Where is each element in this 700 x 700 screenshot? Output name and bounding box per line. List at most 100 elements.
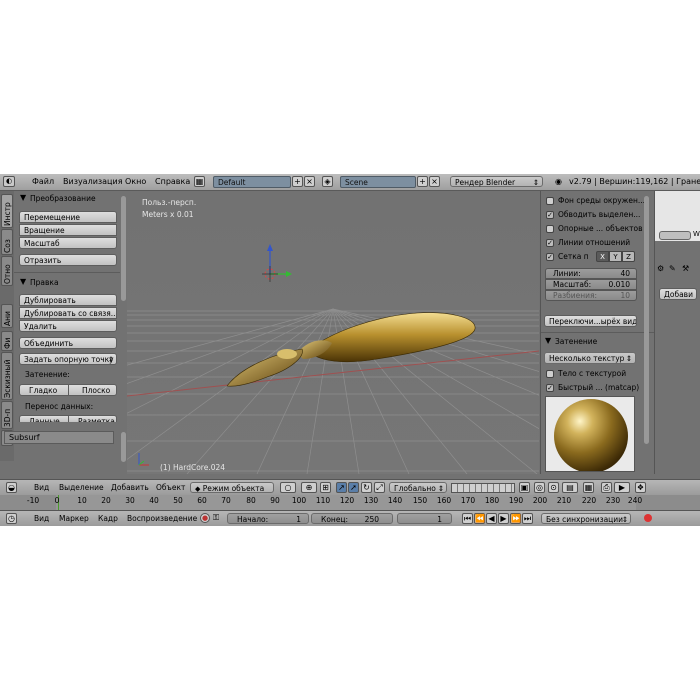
- sync-mode-dropdown[interactable]: Без синхронизации ⇕: [541, 513, 631, 524]
- duplicate-linked-button[interactable]: Дублировать со связя...: [19, 307, 117, 319]
- world-background-checkbox[interactable]: [546, 197, 554, 205]
- menu-help[interactable]: Справка: [155, 177, 190, 186]
- jump-end-icon[interactable]: ⏭: [522, 513, 533, 524]
- scale-button[interactable]: Масштаб: [19, 237, 117, 249]
- grid-floor-checkbox[interactable]: ✓: [546, 253, 554, 261]
- timeline-menu-view[interactable]: Вид: [34, 514, 49, 523]
- overlays-icon[interactable]: ⊞: [320, 482, 331, 493]
- tab-grease-pencil[interactable]: Эскизный: [1, 352, 13, 400]
- textured-solid-checkbox[interactable]: [546, 370, 554, 378]
- shading-panel-title[interactable]: Затенение: [555, 337, 597, 346]
- properties-scrollbar[interactable]: [644, 196, 649, 444]
- link-icon[interactable]: ⚒: [682, 264, 689, 273]
- play-icon[interactable]: ▶: [498, 513, 509, 524]
- relationship-lines-checkbox[interactable]: ✓: [546, 239, 554, 247]
- join-button[interactable]: Объединить: [19, 337, 117, 349]
- tab-create[interactable]: Соз: [1, 229, 13, 255]
- prev-keyframe-icon[interactable]: ⏪: [474, 513, 485, 524]
- translate-manipulator-icon[interactable]: ➚: [348, 482, 359, 493]
- record-icon[interactable]: ●: [200, 513, 210, 523]
- menu-view[interactable]: Вид: [34, 483, 49, 492]
- shade-flat-button[interactable]: Плоско: [68, 384, 117, 396]
- delete-scene-icon[interactable]: ×: [429, 176, 440, 187]
- start-frame-field[interactable]: Начало: 1: [227, 513, 309, 524]
- layout-selector[interactable]: Default: [213, 176, 291, 188]
- matcap-checkbox[interactable]: ✓: [546, 384, 554, 392]
- wrench-icon[interactable]: ⚙: [657, 264, 664, 273]
- snap-element-icon[interactable]: ▤: [562, 482, 578, 493]
- shade-smooth-button[interactable]: Гладко: [19, 384, 69, 396]
- translate-button[interactable]: Перемещение: [19, 211, 117, 223]
- grid-lines-field[interactable]: Линии: 40: [545, 268, 637, 279]
- add-layout-icon[interactable]: +: [292, 176, 303, 187]
- axis-z-toggle[interactable]: Z: [622, 251, 635, 262]
- tab-tools[interactable]: Инстр: [1, 194, 13, 228]
- scale-manipulator-icon[interactable]: ⤢: [374, 482, 385, 493]
- play-reverse-icon[interactable]: ◀: [486, 513, 497, 524]
- render-engine-dropdown[interactable]: Рендер Blender ⇕: [450, 176, 543, 187]
- axis-y-toggle[interactable]: Y: [609, 251, 622, 262]
- data-transfer-button[interactable]: Данные: [19, 415, 69, 422]
- grid-subdivisions-field[interactable]: Разбиения: 10: [545, 290, 637, 301]
- menu-window[interactable]: Окно: [125, 177, 146, 186]
- 3d-cursor-gizmo[interactable]: [254, 241, 294, 286]
- editor-type-icon[interactable]: ◒: [6, 482, 17, 493]
- properties-tool-icon[interactable]: ✎: [669, 264, 676, 273]
- collapse-arrow-icon[interactable]: ▼: [20, 277, 26, 286]
- timeline-editor-icon[interactable]: ◷: [6, 513, 17, 524]
- grid-scale-field[interactable]: Масштаб: 0.010: [545, 279, 637, 290]
- set-origin-dropdown[interactable]: Задать опорную точку ⇕: [19, 353, 117, 365]
- tab-animation[interactable]: Ани: [1, 304, 13, 328]
- matcap-preview[interactable]: [545, 396, 635, 472]
- toolshelf-scrollbar[interactable]: [121, 196, 126, 301]
- transform-panel-title[interactable]: Преобразование: [30, 194, 96, 203]
- next-keyframe-icon[interactable]: ⏩: [510, 513, 521, 524]
- all-origins-checkbox[interactable]: [546, 225, 554, 233]
- tab-relations[interactable]: Отно: [1, 256, 13, 286]
- end-frame-field[interactable]: Конец: 250: [311, 513, 393, 524]
- layer-buttons[interactable]: [451, 483, 515, 493]
- rotate-manipulator-icon[interactable]: ↻: [361, 482, 372, 493]
- viewport-shading-icon[interactable]: ○: [280, 482, 296, 493]
- delete-layout-icon[interactable]: ×: [304, 176, 315, 187]
- menu-select[interactable]: Выделение: [59, 483, 104, 492]
- menu-add[interactable]: Добавить: [111, 483, 149, 492]
- outliner-toggle[interactable]: [659, 231, 691, 240]
- scene-selector[interactable]: Scene: [340, 176, 416, 188]
- menu-object[interactable]: Объект: [156, 483, 185, 492]
- tab-3d-print[interactable]: 3D-п: [1, 401, 13, 429]
- current-frame-field[interactable]: 1: [397, 513, 452, 524]
- mode-dropdown[interactable]: ◆ Режим объекта: [190, 482, 274, 493]
- menu-render[interactable]: Визуализация: [63, 177, 123, 186]
- delete-button[interactable]: Удалить: [19, 320, 117, 332]
- rotate-button[interactable]: Вращение: [19, 224, 117, 236]
- toggle-quad-view-button[interactable]: Переключи...ырёх видов: [544, 315, 637, 327]
- opengl-render-icon[interactable]: ❖: [635, 482, 646, 493]
- layout-type-icon[interactable]: ▦: [194, 176, 205, 187]
- collapse-arrow-icon[interactable]: ▼: [20, 193, 26, 202]
- toolshelf-scrollbar-lower[interactable]: [121, 432, 126, 462]
- manipulator-toggle-icon[interactable]: ↗: [336, 482, 347, 493]
- shading-mode-dropdown[interactable]: Несколько текстур ⇕: [544, 352, 636, 364]
- axis-x-toggle[interactable]: X: [596, 251, 609, 262]
- timeline-ruler[interactable]: -10 0 10 20 30 40 50 60 70 80 90 100 110…: [0, 495, 700, 511]
- blender-logo-icon[interactable]: ◐: [3, 176, 15, 187]
- pivot-point-icon[interactable]: ⊕: [301, 482, 317, 493]
- mirror-button[interactable]: Отразить: [19, 254, 117, 266]
- add-modifier-button[interactable]: Добави: [659, 288, 697, 300]
- data-layout-button[interactable]: Разметка: [68, 415, 117, 422]
- snap-target-icon[interactable]: ▦: [583, 482, 594, 493]
- orientation-dropdown[interactable]: Глобально ⇕: [389, 482, 447, 493]
- outline-selected-checkbox[interactable]: ✓: [546, 211, 554, 219]
- render-anim-icon[interactable]: ▶: [614, 482, 630, 493]
- golden-object[interactable]: [127, 191, 539, 474]
- operator-panel[interactable]: Subsurf: [4, 431, 114, 444]
- snap-icon[interactable]: ⊙: [548, 482, 559, 493]
- add-scene-icon[interactable]: +: [417, 176, 428, 187]
- 3d-viewport[interactable]: Польз.-персп. Meters x 0.01 (1) HardCore…: [127, 191, 539, 474]
- edit-panel-title[interactable]: Правка: [30, 278, 59, 287]
- collapse-arrow-icon[interactable]: ▼: [545, 336, 551, 345]
- jump-start-icon[interactable]: ⏮: [462, 513, 473, 524]
- scene-icon[interactable]: ◈: [322, 176, 333, 187]
- tab-physics[interactable]: Фи: [1, 331, 13, 351]
